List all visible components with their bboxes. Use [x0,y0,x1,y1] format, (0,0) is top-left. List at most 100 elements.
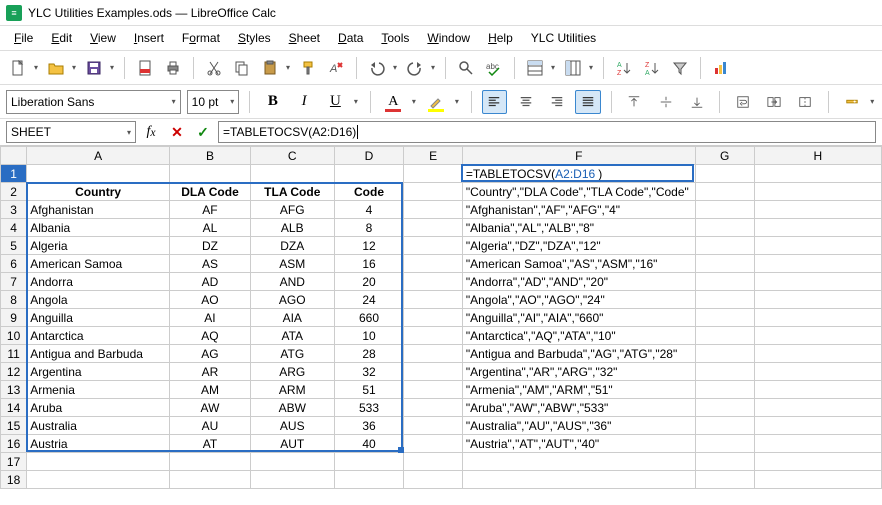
bold-button[interactable]: B [260,90,285,114]
cell-G7[interactable] [695,273,754,291]
cell-D11[interactable]: 28 [334,345,404,363]
cell-A6[interactable]: American Samoa [27,255,170,273]
row-header-14[interactable]: 14 [1,399,27,417]
cell-B16[interactable]: AT [170,435,251,453]
cell-A4[interactable]: Albania [27,219,170,237]
row-header-12[interactable]: 12 [1,363,27,381]
font-name-combo[interactable]: Liberation Sans▾ [6,90,181,114]
cell-F7[interactable]: "Andorra","AD","AND","20" [462,273,695,291]
undo-dropdown[interactable]: ▾ [391,63,399,72]
cell-D15[interactable]: 36 [334,417,404,435]
row-header-3[interactable]: 3 [1,201,27,219]
col-header-C[interactable]: C [250,147,334,165]
column-dropdown[interactable]: ▾ [587,63,595,72]
cell-E17[interactable] [404,453,463,471]
cell-H1[interactable] [754,165,881,183]
new-dropdown[interactable]: ▾ [32,63,40,72]
currency-button[interactable] [839,90,864,114]
cell-H10[interactable] [754,327,881,345]
cell-H4[interactable] [754,219,881,237]
menu-styles[interactable]: Styles [230,29,279,47]
align-center-button[interactable] [513,90,538,114]
cell-C10[interactable]: ATA [250,327,334,345]
valign-bottom-button[interactable] [684,90,709,114]
cell-B17[interactable] [170,453,251,471]
cell-C13[interactable]: ARM [250,381,334,399]
clone-formatting-button[interactable] [296,56,320,80]
row-header-1[interactable]: 1 [1,165,27,183]
cell-H17[interactable] [754,453,881,471]
cell-A15[interactable]: Australia [27,417,170,435]
cell-H3[interactable] [754,201,881,219]
cell-F18[interactable] [462,471,695,489]
cell-H9[interactable] [754,309,881,327]
font-color-dropdown[interactable]: ▾ [410,97,418,106]
cell-F8[interactable]: "Angola","AO","AGO","24" [462,291,695,309]
menu-file[interactable]: File [6,29,41,47]
menu-edit[interactable]: Edit [43,29,80,47]
cell-C14[interactable]: ABW [250,399,334,417]
menu-format[interactable]: Format [174,29,228,47]
highlight-dropdown[interactable]: ▾ [453,97,461,106]
cell-C15[interactable]: AUS [250,417,334,435]
row-dropdown[interactable]: ▾ [549,63,557,72]
cell-F12[interactable]: "Argentina","AR","ARG","32" [462,363,695,381]
wrap-text-button[interactable] [730,90,755,114]
cell-H11[interactable] [754,345,881,363]
menu-help[interactable]: Help [480,29,521,47]
valign-center-button[interactable] [653,90,678,114]
cut-button[interactable] [202,56,226,80]
cell-E9[interactable] [404,309,463,327]
menu-insert[interactable]: Insert [126,29,172,47]
cell-B6[interactable]: AS [170,255,251,273]
align-left-button[interactable] [482,90,507,114]
row-header-9[interactable]: 9 [1,309,27,327]
cell-A10[interactable]: Antarctica [27,327,170,345]
cell-C8[interactable]: AGO [250,291,334,309]
cell-C5[interactable]: DZA [250,237,334,255]
formula-input[interactable]: =TABLETOCSV(A2:D16) [218,121,876,143]
cell-F9[interactable]: "Anguilla","AI","AIA","660" [462,309,695,327]
cancel-button[interactable]: ✕ [166,121,188,143]
cell-E14[interactable] [404,399,463,417]
spellcheck-button[interactable]: abc [482,56,506,80]
cell-A1[interactable] [27,165,170,183]
cell-G12[interactable] [695,363,754,381]
underline-dropdown[interactable]: ▾ [352,97,360,106]
cell-B5[interactable]: DZ [170,237,251,255]
cell-B18[interactable] [170,471,251,489]
cell-A2[interactable]: Country [27,183,170,201]
cell-F6[interactable]: "American Samoa","AS","ASM","16" [462,255,695,273]
cell-C1[interactable] [250,165,334,183]
cell-H8[interactable] [754,291,881,309]
cell-F13[interactable]: "Armenia","AM","ARM","51" [462,381,695,399]
cell-D1[interactable] [334,165,404,183]
cell-F4[interactable]: "Albania","AL","ALB","8" [462,219,695,237]
save-dropdown[interactable]: ▾ [108,63,116,72]
cell-C16[interactable]: AUT [250,435,334,453]
cell-G18[interactable] [695,471,754,489]
export-pdf-button[interactable] [133,56,157,80]
col-header-E[interactable]: E [404,147,463,165]
cell-B12[interactable]: AR [170,363,251,381]
row-header-4[interactable]: 4 [1,219,27,237]
cell-H18[interactable] [754,471,881,489]
cell-D4[interactable]: 8 [334,219,404,237]
menu-window[interactable]: Window [419,29,478,47]
cell-A8[interactable]: Angola [27,291,170,309]
cell-E10[interactable] [404,327,463,345]
clear-formatting-button[interactable]: A [324,56,348,80]
menu-ylc[interactable]: YLC Utilities [523,29,604,47]
cell-H6[interactable] [754,255,881,273]
cell-H5[interactable] [754,237,881,255]
cell-G10[interactable] [695,327,754,345]
cell-A17[interactable] [27,453,170,471]
cell-E16[interactable] [404,435,463,453]
row-header-13[interactable]: 13 [1,381,27,399]
open-button[interactable] [44,56,68,80]
open-dropdown[interactable]: ▾ [70,63,78,72]
cell-G5[interactable] [695,237,754,255]
cell-B4[interactable]: AL [170,219,251,237]
cell-D3[interactable]: 4 [334,201,404,219]
cell-E5[interactable] [404,237,463,255]
